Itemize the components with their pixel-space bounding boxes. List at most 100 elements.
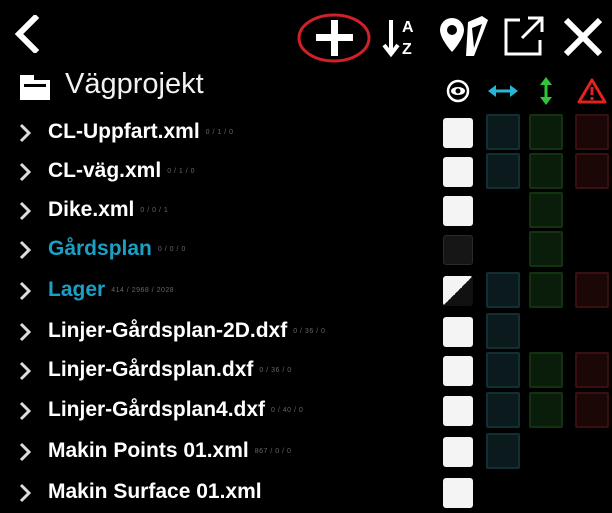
row-name: Dike.xml 0 / 0 / 1 (48, 198, 168, 222)
row-meta: 867 / 0 / 0 (254, 447, 292, 455)
list-item[interactable]: CL-väg.xml 0 / 1 / 0 (0, 151, 612, 192)
warning-cell[interactable] (575, 153, 609, 189)
vertical-arrows-icon (540, 77, 552, 105)
map-button[interactable] (438, 12, 490, 62)
sort-letter-a: A (402, 19, 414, 36)
row-meta: 0 / 40 / 0 (271, 406, 304, 414)
row-meta: 0 / 36 / 0 (293, 327, 326, 335)
row-name-text: Linjer-Gårdsplan-2D.dxf (48, 319, 288, 342)
chevron-right-icon (19, 401, 32, 421)
warning-cell[interactable] (575, 392, 609, 428)
vertical-cell[interactable] (529, 153, 563, 189)
warning-cell[interactable] (575, 114, 609, 150)
row-name: Lager 414 / 2968 / 2028 (48, 278, 174, 302)
chevron-right-icon (19, 240, 32, 260)
visibility-checkbox[interactable] (443, 235, 473, 265)
horizontal-arrows-icon (488, 85, 518, 97)
horizontal-cell[interactable] (486, 114, 520, 150)
row-name-text: Linjer-Gårdsplan.dxf (48, 358, 254, 381)
visibility-checkbox[interactable] (443, 356, 473, 386)
close-icon (563, 17, 603, 57)
folder-icon (20, 75, 50, 100)
sort-button[interactable]: A Z (381, 12, 421, 62)
row-meta: 0 / 0 / 0 (157, 245, 186, 253)
visibility-checkbox[interactable] (443, 276, 473, 306)
row-name-text: Dike.xml (48, 198, 135, 221)
row-name: Linjer-Gårdsplan-2D.dxf 0 / 36 / 0 (48, 319, 325, 343)
row-name: Makin Points 01.xml 867 / 0 / 0 (48, 439, 291, 463)
warning-cell[interactable] (575, 352, 609, 388)
horizontal-cell[interactable] (486, 272, 520, 308)
row-name-text: CL-väg.xml (48, 159, 162, 182)
row-name: Makin Surface 01.xml (48, 480, 268, 504)
column-horizontal[interactable] (486, 76, 520, 106)
chevron-right-icon (19, 162, 32, 182)
vertical-cell[interactable] (529, 114, 563, 150)
toolbar: A Z (0, 0, 612, 66)
row-name: Gårdsplan 0 / 0 / 0 (48, 237, 186, 261)
add-button[interactable] (296, 12, 372, 64)
chevron-left-icon (14, 15, 40, 53)
row-name: Linjer-Gårdsplan.dxf 0 / 36 / 0 (48, 358, 292, 382)
page-title: Vägprojekt (65, 68, 204, 100)
horizontal-cell[interactable] (486, 313, 520, 349)
chevron-right-icon (19, 322, 32, 342)
eye-icon (446, 79, 470, 103)
list-item[interactable]: CL-Uppfart.xml 0 / 1 / 0 (0, 112, 612, 153)
chevron-right-icon (19, 483, 32, 503)
list-item[interactable]: Linjer-Gårdsplan4.dxf 0 / 40 / 0 (0, 390, 612, 431)
vertical-cell[interactable] (529, 231, 563, 267)
export-button[interactable] (500, 14, 548, 60)
horizontal-cell[interactable] (486, 433, 520, 469)
vertical-cell[interactable] (529, 352, 563, 388)
list-item[interactable]: Gårdsplan 0 / 0 / 0 (0, 229, 612, 270)
row-name-text: Linjer-Gårdsplan4.dxf (48, 398, 266, 421)
visibility-checkbox[interactable] (443, 317, 473, 347)
chevron-right-icon (19, 281, 32, 301)
sort-az-icon: A Z (382, 19, 414, 58)
row-name-text: Makin Surface 01.xml (48, 480, 262, 503)
chevron-right-icon (19, 201, 32, 221)
row-name-text: Lager (48, 278, 106, 301)
list-item[interactable]: Dike.xml 0 / 0 / 1 (0, 190, 612, 231)
row-meta: 0 / 1 / 0 (205, 128, 234, 136)
sort-letter-z: Z (402, 41, 412, 58)
horizontal-cell[interactable] (486, 392, 520, 428)
row-name-text: CL-Uppfart.xml (48, 120, 200, 143)
row-name: Linjer-Gårdsplan4.dxf 0 / 40 / 0 (48, 398, 303, 422)
chevron-right-icon (19, 442, 32, 462)
column-visibility[interactable] (441, 76, 475, 106)
list-item[interactable]: Lager 414 / 2968 / 2028 (0, 270, 612, 311)
list-item[interactable]: Linjer-Gårdsplan-2D.dxf 0 / 36 / 0 (0, 311, 612, 352)
row-name: CL-Uppfart.xml 0 / 1 / 0 (48, 120, 234, 144)
horizontal-cell[interactable] (486, 352, 520, 388)
visibility-checkbox[interactable] (443, 437, 473, 467)
row-name-text: Makin Points 01.xml (48, 439, 249, 462)
row-meta: 0 / 0 / 1 (140, 206, 169, 214)
warning-cell[interactable] (575, 272, 609, 308)
vertical-cell[interactable] (529, 272, 563, 308)
column-vertical[interactable] (529, 76, 563, 106)
vertical-cell[interactable] (529, 392, 563, 428)
row-meta: 0 / 1 / 0 (167, 167, 196, 175)
list-item[interactable]: Makin Points 01.xml 867 / 0 / 0 (0, 431, 612, 472)
chevron-right-icon (19, 123, 32, 143)
visibility-checkbox[interactable] (443, 157, 473, 187)
chevron-right-icon (19, 361, 32, 381)
list-item[interactable]: Makin Surface 01.xml (0, 472, 612, 513)
visibility-checkbox[interactable] (443, 118, 473, 148)
visibility-checkbox[interactable] (443, 478, 473, 508)
list-item[interactable]: Linjer-Gårdsplan.dxf 0 / 36 / 0 (0, 350, 612, 391)
plus-icon (316, 20, 353, 56)
back-button[interactable] (10, 14, 44, 54)
column-warning[interactable] (575, 76, 609, 106)
row-name-text: Gårdsplan (48, 237, 152, 260)
close-button[interactable] (560, 14, 606, 60)
visibility-checkbox[interactable] (443, 396, 473, 426)
external-link-icon (504, 16, 544, 56)
visibility-checkbox[interactable] (443, 196, 473, 226)
row-meta: 0 / 36 / 0 (259, 366, 292, 374)
horizontal-cell[interactable] (486, 153, 520, 189)
map-pin-icon (440, 16, 488, 56)
vertical-cell[interactable] (529, 192, 563, 228)
